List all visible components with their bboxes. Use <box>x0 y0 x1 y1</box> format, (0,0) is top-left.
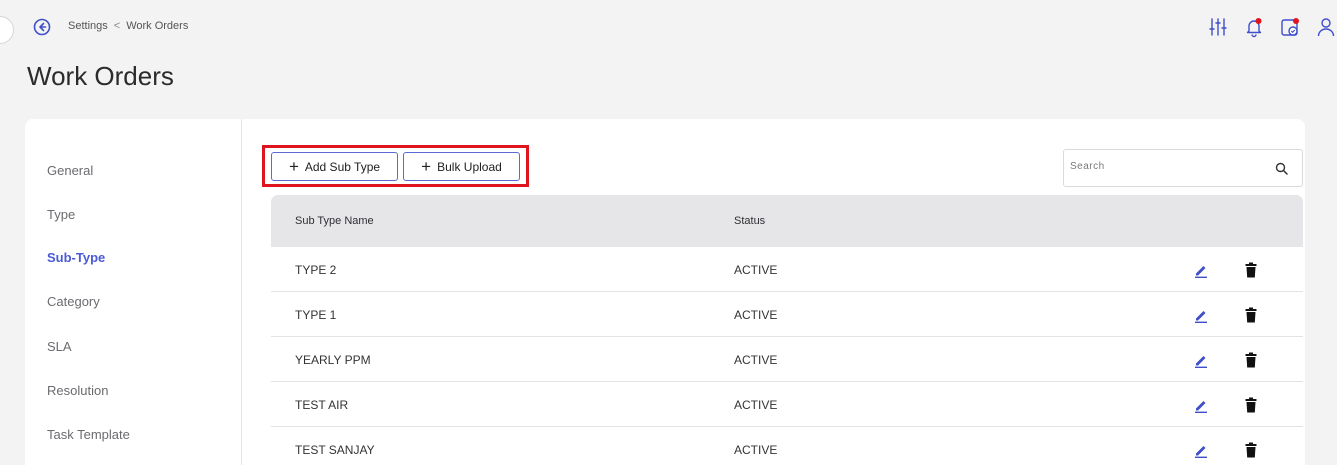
delete-trash-icon[interactable] <box>1245 262 1257 278</box>
delete-trash-icon[interactable] <box>1245 307 1257 323</box>
column-header-status: Status <box>734 215 766 227</box>
add-sub-type-button[interactable]: + Add Sub Type <box>271 152 398 181</box>
status-cell: ACTIVE <box>734 398 778 412</box>
bulk-upload-button[interactable]: + Bulk Upload <box>403 152 520 181</box>
top-icons <box>1193 16 1337 38</box>
sidebar-item-category[interactable]: Category <box>47 294 100 309</box>
edit-pencil-icon[interactable] <box>1193 352 1209 368</box>
status-cell: ACTIVE <box>734 263 778 277</box>
search-icon[interactable] <box>1275 162 1288 175</box>
sub-type-name-cell: TEST SANJAY <box>295 443 375 457</box>
filter-sliders-icon[interactable] <box>1207 16 1229 38</box>
status-cell: ACTIVE <box>734 443 778 457</box>
add-sub-type-label: Add Sub Type <box>304 159 381 174</box>
sub-type-name-cell: TYPE 2 <box>295 263 337 277</box>
edit-pencil-icon[interactable] <box>1193 397 1209 413</box>
table-row: YEARLY PPM ACTIVE <box>271 337 1303 382</box>
user-profile-icon[interactable] <box>1315 16 1337 38</box>
status-cell: ACTIVE <box>734 353 778 367</box>
delete-trash-icon[interactable] <box>1245 397 1257 413</box>
edit-pencil-icon[interactable] <box>1193 262 1209 278</box>
status-cell: ACTIVE <box>734 308 778 322</box>
task-calendar-icon[interactable] <box>1279 16 1301 38</box>
sidebar-item-sub-type[interactable]: Sub-Type <box>47 250 105 265</box>
table-body: TYPE 2 ACTIVE TYPE 1 ACTIVE YEARLY PPM A… <box>271 247 1303 465</box>
edit-pencil-icon[interactable] <box>1193 442 1209 458</box>
delete-trash-icon[interactable] <box>1245 352 1257 368</box>
breadcrumb-settings[interactable]: Settings <box>68 20 108 32</box>
sidebar-item-resolution[interactable]: Resolution <box>47 383 108 398</box>
notification-bell-icon[interactable] <box>1243 16 1265 38</box>
settings-sidebar: General Type Sub-Type Category SLA Resol… <box>25 119 242 465</box>
back-arrow-icon[interactable] <box>33 18 51 36</box>
column-header-sub-type-name: Sub Type Name <box>295 215 374 227</box>
sub-type-table: Sub Type Name Status TYPE 2 ACTIVE TYPE … <box>271 195 1303 465</box>
table-row: TYPE 2 ACTIVE <box>271 247 1303 292</box>
edit-pencil-icon[interactable] <box>1193 307 1209 323</box>
sub-type-name-cell: TEST AIR <box>295 398 349 412</box>
sidebar-item-task-template[interactable]: Task Template <box>47 427 130 442</box>
sub-type-name-cell: TYPE 1 <box>295 308 337 322</box>
plus-icon: + <box>288 157 299 176</box>
page-title: Work Orders <box>27 61 174 91</box>
sidebar-item-type[interactable]: Type <box>47 207 75 222</box>
table-row: TEST AIR ACTIVE <box>271 382 1303 427</box>
search-box <box>1063 149 1303 187</box>
breadcrumb-separator: < <box>113 20 121 32</box>
table-row: TYPE 1 ACTIVE <box>271 292 1303 337</box>
settings-card: General Type Sub-Type Category SLA Resol… <box>25 119 1305 465</box>
sidebar-item-sla[interactable]: SLA <box>47 339 72 354</box>
plus-icon: + <box>421 157 432 176</box>
table-row: TEST SANJAY ACTIVE <box>271 427 1303 465</box>
sub-type-name-cell: YEARLY PPM <box>295 353 371 367</box>
top-bar: Settings < Work Orders <box>0 0 1337 56</box>
bulk-upload-label: Bulk Upload <box>437 159 502 174</box>
work-orders-settings-page: Settings < Work Orders Work Orders Gener… <box>0 0 1337 465</box>
breadcrumb: Settings < Work Orders <box>68 20 188 32</box>
sidebar-item-general[interactable]: General <box>47 163 93 178</box>
delete-trash-icon[interactable] <box>1245 442 1257 458</box>
breadcrumb-work-orders: Work Orders <box>126 20 189 32</box>
table-header: Sub Type Name Status <box>271 195 1303 247</box>
search-input[interactable] <box>1070 161 1260 172</box>
